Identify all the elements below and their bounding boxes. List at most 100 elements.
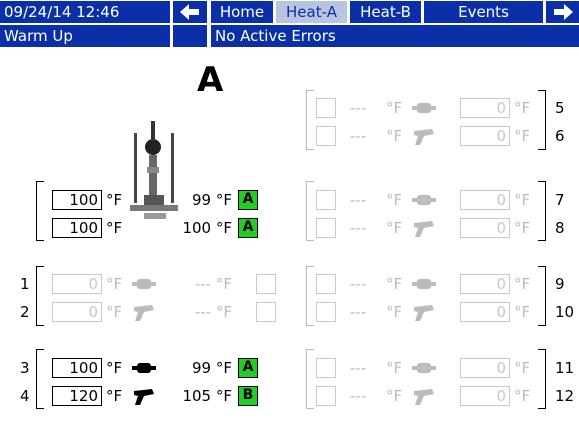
status-indicator [316,302,336,322]
hose-icon [412,363,436,373]
setpoint-field-primary-2[interactable]: 100 [52,218,102,238]
datetime-display: 09/24/14 12:46 [0,1,170,23]
setpoint-field-zone-11[interactable]: 0 [460,358,510,378]
back-button[interactable] [173,1,207,23]
actual-temp: --- [350,219,367,237]
unit-label: °F [386,359,403,377]
arrow-left-icon [180,4,199,20]
zone-label: 5 [555,99,565,117]
gun-icon [134,305,154,321]
zone-label: 7 [555,191,565,209]
pump-icon [130,121,178,219]
status-indicator: A [238,358,258,378]
unit-label: °F [514,359,531,377]
setpoint-field-zone-3[interactable]: 100 [52,358,102,378]
setpoint-field-primary-1[interactable]: 100 [52,190,102,210]
unit-label: °F [386,275,403,293]
unit-label: °F [106,303,123,321]
status-spacer [173,25,207,47]
bracket-primary [36,181,44,241]
status-indicator: A [238,218,258,238]
unit-label: °F [106,359,123,377]
setpoint-field-zone-4[interactable]: 120 [52,386,102,406]
zone-label: 4 [20,387,30,405]
hose-icon [412,279,436,289]
bracket-right-r [538,90,546,150]
zone-label: 12 [555,387,575,405]
zone-label: 3 [20,359,30,377]
tab-heat-a[interactable]: Heat-A [276,1,347,23]
unit-label: °F [386,99,403,117]
tab-home[interactable]: Home [211,1,273,23]
setpoint-field-zone-6[interactable]: 0 [460,126,510,146]
status-indicator [256,274,276,294]
hose-icon [412,103,436,113]
bracket-right-r [538,266,546,326]
zone-label: 2 [20,303,30,321]
actual-temp: --- [350,303,367,321]
status-indicator [316,386,336,406]
actual-temp: --- [350,359,367,377]
setpoint-field-zone-10[interactable]: 0 [460,302,510,322]
panel-title: A [197,60,224,100]
bracket-right-r [538,181,546,241]
setpoint-field-zone-7[interactable]: 0 [460,190,510,210]
unit-label: °F [386,191,403,209]
actual-temp: 105 °F [182,387,232,405]
setpoint-field-zone-2[interactable]: 0 [52,302,102,322]
zone-label: 6 [555,127,565,145]
status-indicator [316,218,336,238]
gun-icon [414,221,434,237]
bracket-zones-3-4 [36,349,44,409]
unit-label: °F [514,303,531,321]
zone-label: 1 [20,275,30,293]
tab-heat-b[interactable]: Heat-B [350,1,421,23]
status-indicator [256,302,276,322]
tab-events[interactable]: Events [424,1,543,23]
unit-label: °F [514,387,531,405]
setpoint-field-zone-1[interactable]: 0 [52,274,102,294]
actual-temp: 99 °F [192,191,232,209]
unit-label: °F [514,275,531,293]
hose-icon [132,363,156,373]
gun-icon [414,305,434,321]
bracket-right-l [306,90,314,150]
status-indicator: A [238,190,258,210]
bracket-right-r [538,349,546,409]
actual-temp: 100 °F [182,219,232,237]
setpoint-field-zone-8[interactable]: 0 [460,218,510,238]
unit-label: °F [514,219,531,237]
setpoint-field-zone-9[interactable]: 0 [460,274,510,294]
error-status: No Active Errors [211,25,579,47]
arrow-right-icon [553,4,573,20]
status-indicator [316,98,336,118]
actual-temp: --- [350,387,367,405]
gun-icon [414,389,434,405]
zone-label: 10 [555,303,575,321]
bracket-right-l [306,181,314,241]
status-indicator [316,190,336,210]
setpoint-field-zone-5[interactable]: 0 [460,98,510,118]
bracket-zones-1-2 [36,266,44,326]
status-indicator [316,126,336,146]
unit-label: °F [386,303,403,321]
zone-label: 11 [555,359,575,377]
unit-label: °F [386,127,403,145]
unit-label: °F [514,191,531,209]
unit-label: °F [106,275,123,293]
next-button[interactable] [546,1,579,23]
actual-temp: --- [350,191,367,209]
gun-icon [414,129,434,145]
unit-label: °F [106,219,123,237]
hose-icon [132,279,156,289]
setpoint-field-zone-12[interactable]: 0 [460,386,510,406]
unit-label: °F [386,219,403,237]
zone-label: 8 [555,219,565,237]
status-indicator [316,274,336,294]
unit-label: °F [106,387,123,405]
unit-label: °F [514,99,531,117]
gun-icon [134,389,154,405]
bracket-right-l [306,349,314,409]
actual-temp: --- [350,99,367,117]
bracket-right-l [306,266,314,326]
